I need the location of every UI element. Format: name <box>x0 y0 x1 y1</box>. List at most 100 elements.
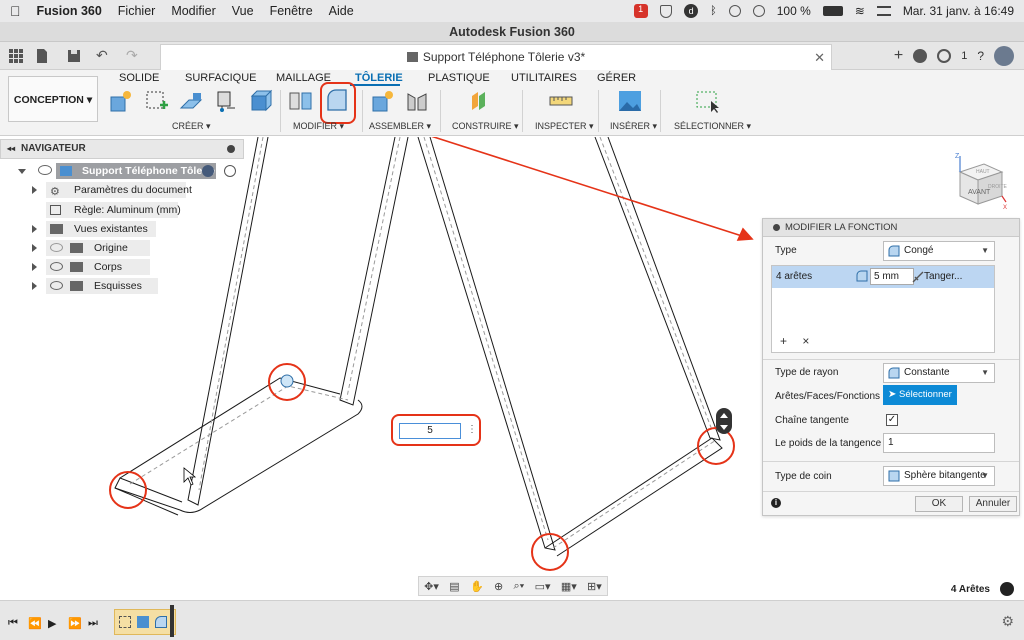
new-component-icon[interactable] <box>108 88 134 114</box>
menu-aide[interactable]: Aide <box>329 4 354 18</box>
pan-icon[interactable]: ✋ <box>470 580 484 593</box>
add-icon[interactable]: + <box>780 334 787 348</box>
timeline-marker[interactable] <box>170 605 174 637</box>
viewports-icon[interactable]: ⊞▾ <box>587 580 602 593</box>
measure-icon[interactable] <box>548 88 574 114</box>
play-icon[interactable]: ▶ <box>48 617 56 630</box>
tab-utilitaires[interactable]: UTILITAIRES <box>511 72 577 84</box>
timeline-fillet-icon[interactable] <box>155 616 167 628</box>
expand-icon[interactable] <box>32 244 37 252</box>
tab-maillage[interactable]: MAILLAGE <box>276 72 331 84</box>
tab-surfacique[interactable]: SURFACIQUE <box>185 72 257 84</box>
panel-header[interactable]: MODIFIER LA FONCTION ▸▸ <box>763 219 1024 237</box>
tangent-chain-checkbox[interactable]: ✓ <box>886 414 898 426</box>
selection-filter-icon[interactable] <box>1000 582 1014 596</box>
nav-root-item[interactable]: Support Téléphone Tôlerie <box>16 163 242 179</box>
extensions-icon[interactable] <box>913 49 928 63</box>
orbit-icon[interactable]: ✥▾ <box>424 580 439 593</box>
nav-item-esquisses[interactable]: Esquisses <box>30 278 170 294</box>
battery-icon[interactable] <box>822 6 843 16</box>
expand-icon[interactable] <box>32 186 37 194</box>
group-construire[interactable]: CONSTRUIRE ▾ <box>452 121 519 132</box>
datetime[interactable]: Mar. 31 janv. à 16:49 <box>903 4 1014 18</box>
nav-item-corps[interactable]: Corps <box>30 259 170 275</box>
grid-settings-icon[interactable]: ▦▾ <box>561 580 577 593</box>
ok-button[interactable]: OK <box>915 496 963 512</box>
expand-icon[interactable] <box>32 263 37 271</box>
navigator-header[interactable]: ◂◂ NAVIGATEUR <box>0 139 244 159</box>
joint-icon[interactable] <box>404 88 430 114</box>
timeline-flange-icon[interactable] <box>137 616 149 628</box>
menu-fenetre[interactable]: Fenêtre <box>270 4 313 18</box>
control-center-icon[interactable] <box>876 6 891 16</box>
clock-icon[interactable] <box>728 5 741 17</box>
select-edges-button[interactable]: ➤ Sélectionner <box>883 385 957 405</box>
nav-item-vues[interactable]: Vues existantes <box>30 221 190 237</box>
menu-fichier[interactable]: Fichier <box>118 4 156 18</box>
extrude-icon[interactable] <box>248 88 274 114</box>
workspace-dropdown[interactable]: CONCEPTION ▾ <box>8 76 98 122</box>
cancel-button[interactable]: Annuler <box>969 496 1017 512</box>
eye-hidden-icon[interactable] <box>50 243 63 252</box>
collapse-panel-icon[interactable] <box>773 223 780 231</box>
profile-d-icon[interactable]: d <box>684 4 699 18</box>
press-pull-icon[interactable] <box>288 88 314 114</box>
radius-input[interactable]: 5 <box>399 423 461 439</box>
zoom-icon[interactable]: ⊕ <box>494 580 503 593</box>
eye-icon[interactable] <box>38 165 52 175</box>
nav-item-parametres[interactable]: ⚙ Paramètres du document <box>30 182 192 198</box>
radius-type-dropdown[interactable]: Constante ▼ <box>883 363 995 383</box>
tab-gerer[interactable]: GÉRER <box>597 72 636 84</box>
save-icon[interactable] <box>66 48 82 64</box>
new-tab-icon[interactable]: + <box>894 47 903 65</box>
tab-tolerie[interactable]: TÔLERIE <box>355 72 403 84</box>
group-inserer[interactable]: INSÉRER ▾ <box>610 121 657 132</box>
tangent-weight-input[interactable]: 1 <box>883 433 995 453</box>
file-icon[interactable] <box>34 48 50 64</box>
menu-modifier[interactable]: Modifier <box>171 4 215 18</box>
tab-plastique[interactable]: PLASTIQUE <box>428 72 490 84</box>
expand-icon[interactable] <box>32 225 37 233</box>
previous-step-icon[interactable]: ⏪ <box>28 617 42 630</box>
apple-icon[interactable]:  <box>10 3 21 19</box>
shield-icon[interactable] <box>660 4 673 18</box>
eye-icon[interactable] <box>50 281 63 290</box>
close-tab-icon[interactable]: ✕ <box>814 45 825 70</box>
group-selectionner[interactable]: SÉLECTIONNER ▾ <box>674 121 751 132</box>
collapse-icon[interactable]: ◂◂ <box>7 144 15 153</box>
insert-image-icon[interactable] <box>617 88 643 114</box>
group-modifier[interactable]: MODIFIER ▾ <box>293 121 344 132</box>
document-tab[interactable]: Support Téléphone Tôlerie v3* ✕ <box>160 44 832 70</box>
sketch-icon[interactable] <box>143 88 169 114</box>
grid-apps-icon[interactable] <box>8 48 24 64</box>
view-cube[interactable]: AVANT HAUT DROITE Z X <box>948 150 1010 210</box>
select-icon[interactable] <box>694 88 720 114</box>
type-dropdown[interactable]: Congé ▼ <box>883 241 995 261</box>
avatar[interactable] <box>994 46 1014 66</box>
undo-icon[interactable]: ↶ <box>96 47 108 64</box>
remove-icon[interactable]: × <box>802 334 809 348</box>
redo-icon[interactable]: ↷ <box>126 47 138 64</box>
bluetooth-icon[interactable]: ᛒ <box>710 5 717 17</box>
tab-solide[interactable]: SOLIDE <box>119 72 159 84</box>
fit-icon[interactable]: ⌕▾ <box>513 580 524 593</box>
offset-plane-icon[interactable] <box>468 88 494 114</box>
new-part-icon[interactable] <box>370 88 396 114</box>
wifi-icon[interactable]: ≋ <box>855 4 865 18</box>
notification-icon[interactable]: 1 <box>634 4 649 18</box>
flange-icon[interactable] <box>178 88 204 114</box>
edges-tangent-dropdown[interactable]: Tanger... <box>924 271 962 282</box>
job-status-icon[interactable] <box>937 49 952 63</box>
timeline-sketch-icon[interactable] <box>119 616 131 628</box>
airplay-icon[interactable] <box>752 5 765 17</box>
menu-app[interactable]: Fusion 360 <box>37 4 102 18</box>
last-step-icon[interactable]: ⏭ <box>88 617 98 630</box>
group-inspecter[interactable]: INSPECTER ▾ <box>535 121 594 132</box>
nav-item-regle[interactable]: Règle: Aluminum (mm) <box>30 202 190 218</box>
first-step-icon[interactable]: ⏮ <box>8 617 18 630</box>
more-options-icon[interactable]: ⋮ <box>467 424 477 435</box>
nav-item-origine[interactable]: Origine <box>30 240 170 256</box>
display-settings-icon[interactable]: ▭▾ <box>535 580 551 593</box>
group-creer[interactable]: CRÉER ▾ <box>172 121 211 132</box>
edges-radius-field[interactable]: 5 mm <box>870 268 914 285</box>
